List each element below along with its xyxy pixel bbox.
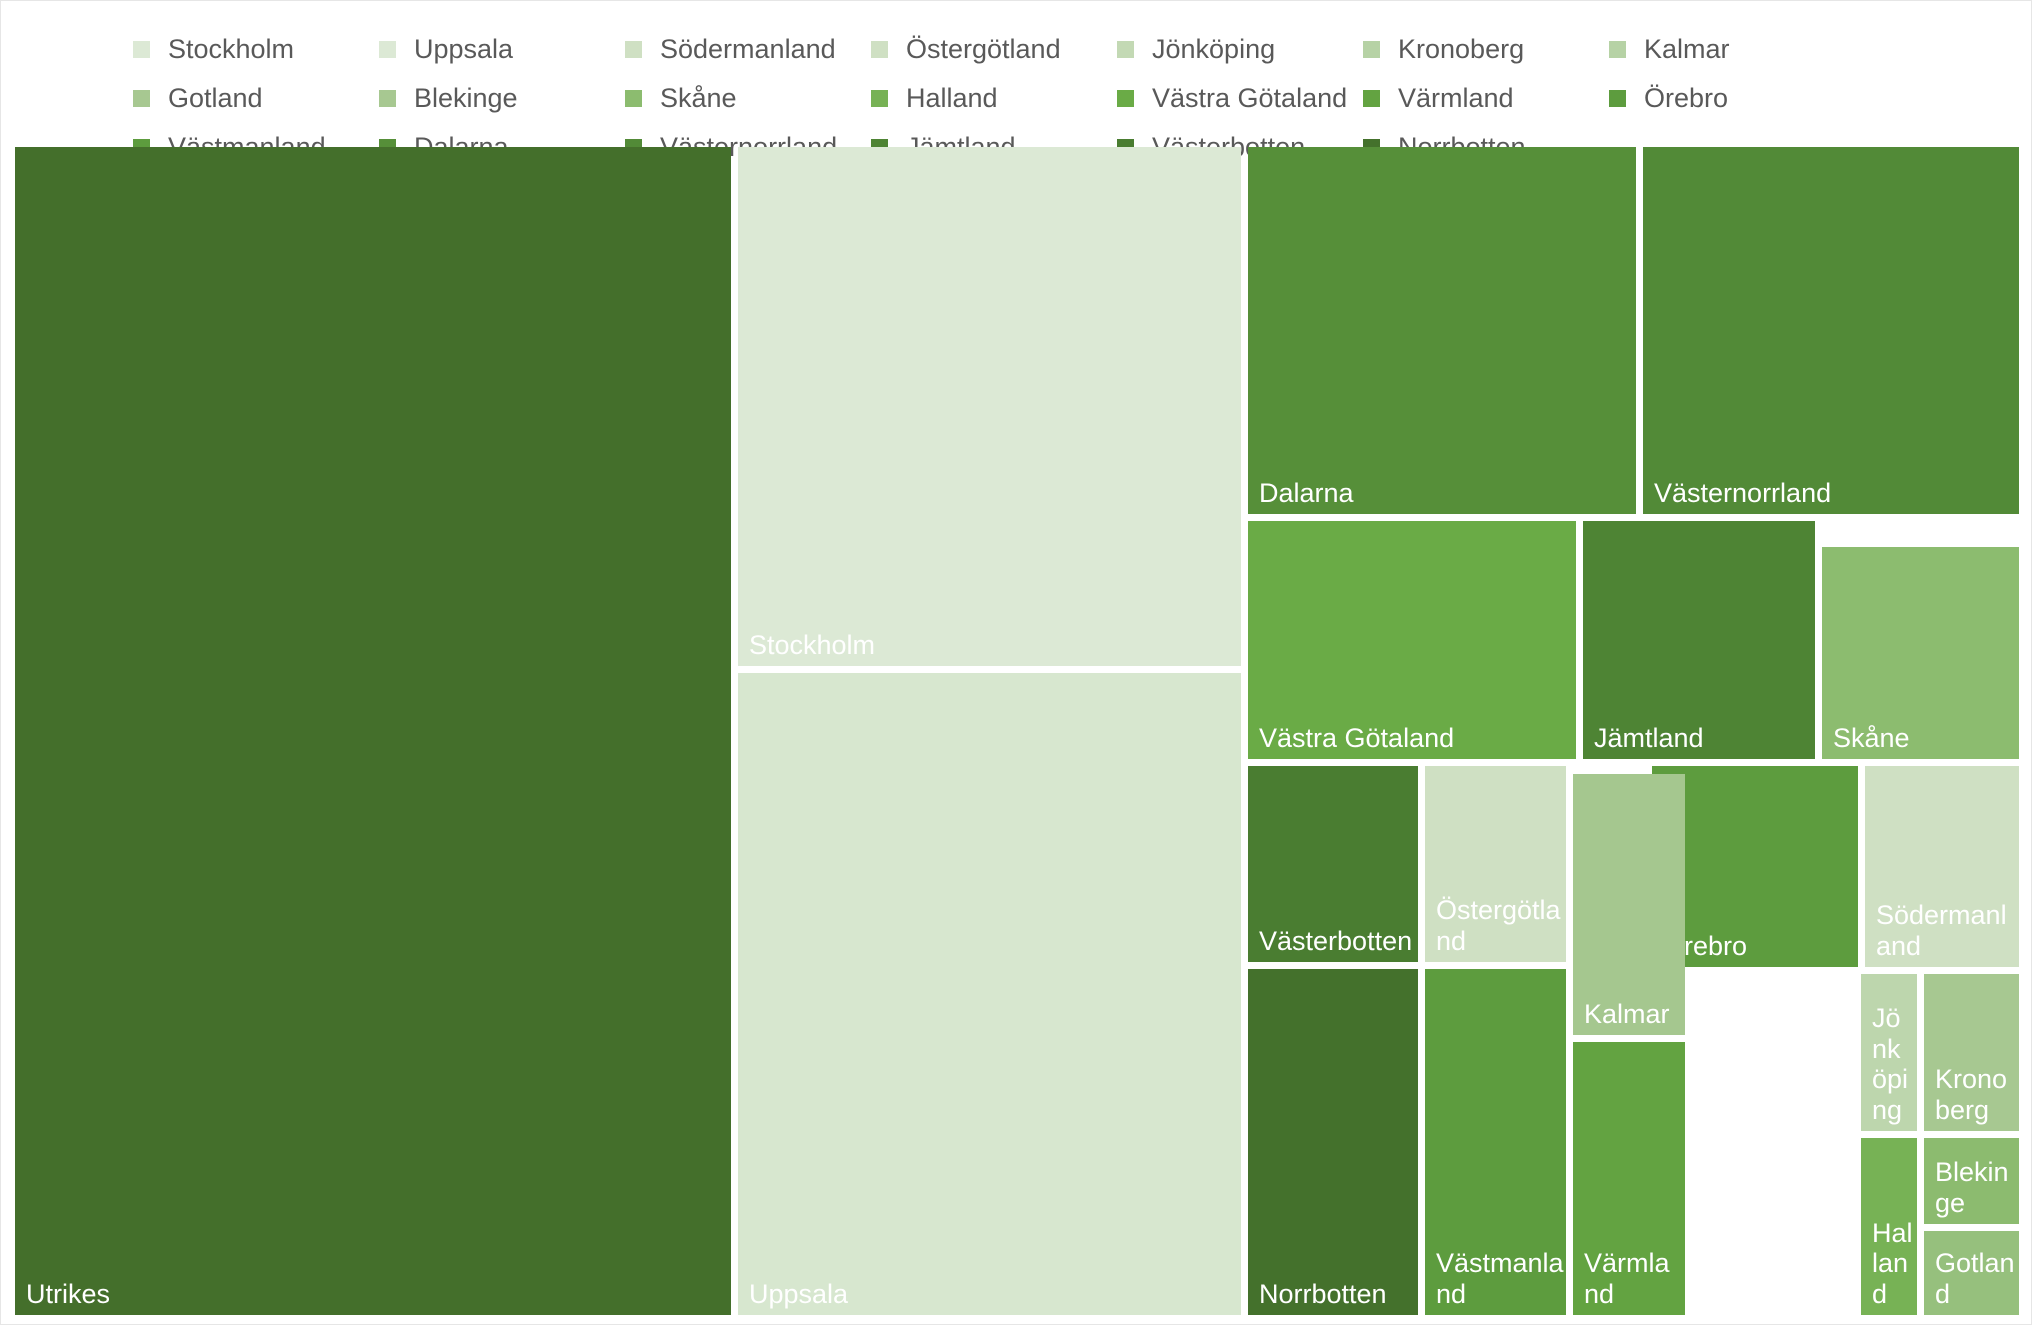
legend-swatch-icon (1117, 90, 1134, 107)
legend-swatch-icon (871, 90, 888, 107)
treemap-tile-label: Kronoberg (1935, 1064, 2008, 1126)
treemap-tile-kronoberg[interactable]: Kronoberg (1924, 974, 2019, 1131)
legend-item-kronoberg[interactable]: Kronoberg (1363, 36, 1609, 63)
treemap-tile-halland[interactable]: Halland (1861, 1138, 1917, 1315)
treemap-tile-label: Västra Götaland (1259, 723, 1455, 754)
legend-swatch-icon (133, 90, 150, 107)
treemap-tile-label: Jönköping (1872, 1002, 1909, 1126)
treemap-tile-label: Värmland (1584, 1248, 1670, 1310)
legend-swatch-icon (625, 90, 642, 107)
legend-item-label: Värmland (1398, 83, 1514, 113)
legend-swatch-icon (379, 41, 396, 58)
legend-item-label: Skåne (660, 83, 737, 113)
treemap-tile-västmanland[interactable]: Västmanland (1425, 969, 1566, 1315)
legend-item-örebro[interactable]: Örebro (1609, 85, 1855, 112)
treemap-tile-label: Örebro (1663, 931, 1748, 962)
legend-row-1: Stockholm Uppsala Södermanland Östergötland… (1, 25, 2032, 74)
legend-item-blekinge[interactable]: Blekinge (379, 85, 625, 112)
treemap-tile-västerbotten[interactable]: Västerbotten (1248, 766, 1418, 962)
legend-swatch-icon (1363, 90, 1380, 107)
legend-item-label: Gotland (168, 83, 263, 113)
treemap-tile-värmland[interactable]: Värmland (1573, 1042, 1685, 1315)
legend-item-stockholm[interactable]: Stockholm (133, 36, 379, 63)
treemap-tile-jämtland[interactable]: Jämtland (1583, 521, 1815, 759)
legend-item-kalmar[interactable]: Kalmar (1609, 36, 1855, 63)
treemap-tile-skåne[interactable]: Skåne (1822, 547, 2019, 759)
legend-row-2: Gotland Blekinge Skåne Halland Västra Götala… (1, 74, 2032, 123)
legend-item-label: Örebro (1644, 83, 1729, 113)
treemap-tile-blekinge[interactable]: Blekinge (1924, 1138, 2019, 1224)
legend-item-jönköping[interactable]: Jönköping (1117, 36, 1363, 63)
treemap-tile-label: Södermanland (1876, 900, 2007, 962)
legend-swatch-icon (1117, 41, 1134, 58)
treemap-tile-label: Dalarna (1259, 478, 1354, 509)
legend-swatch-icon (871, 41, 888, 58)
treemap-tile-label: Västernorrland (1654, 478, 1832, 509)
treemap-chart-root: Stockholm Uppsala Södermanland Östergötland… (0, 0, 2032, 1325)
legend-item-label: Halland (906, 83, 998, 113)
treemap-tile-västra-götaland[interactable]: Västra Götaland (1248, 521, 1576, 759)
legend-item-södermanland[interactable]: Södermanland (625, 36, 871, 63)
treemap-tile-dalarna[interactable]: Dalarna (1248, 147, 1636, 514)
legend-swatch-icon (379, 90, 396, 107)
treemap-tile-label: Västerbotten (1259, 926, 1413, 957)
treemap-plot-area: Utrikes Stockholm Uppsala Dalarna Västernorr… (15, 147, 2019, 1315)
legend-item-halland[interactable]: Halland (871, 85, 1117, 112)
legend-item-label: Jönköping (1152, 34, 1276, 64)
legend-item-label: Blekinge (414, 83, 518, 113)
treemap-tile-östergötland[interactable]: Östergötland (1425, 766, 1566, 962)
legend-item-östergötland[interactable]: Östergötland (871, 36, 1117, 63)
treemap-tile-label: Uppsala (749, 1279, 849, 1310)
legend-item-label: Uppsala (414, 34, 514, 64)
legend-item-värmland[interactable]: Värmland (1363, 85, 1609, 112)
treemap-tile-gotland[interactable]: Gotland (1924, 1231, 2019, 1315)
legend-swatch-icon (625, 41, 642, 58)
legend-swatch-icon (1609, 41, 1626, 58)
treemap-tile-label: Västmanland (1436, 1248, 1564, 1310)
treemap-tile-label: Norrbotten (1259, 1279, 1387, 1310)
treemap-tile-jönköping[interactable]: Jönköping (1861, 974, 1917, 1131)
legend-swatch-icon (1609, 90, 1626, 107)
treemap-tile-label: Halland (1872, 1217, 1913, 1310)
treemap-tile-kalmar[interactable]: Kalmar (1573, 774, 1685, 1035)
legend-item-label: Västra Götaland (1152, 83, 1348, 113)
treemap-tile-västernorrland[interactable]: Västernorrland (1643, 147, 2019, 514)
legend-item-västra-götaland[interactable]: Västra Götaland (1117, 85, 1363, 112)
treemap-tile-utrikes[interactable]: Utrikes (15, 147, 731, 1315)
legend-item-label: Kalmar (1644, 34, 1730, 64)
treemap-tile-label: Utrikes (26, 1279, 111, 1310)
treemap-tile-label: Östergötland (1436, 895, 1561, 957)
legend-swatch-icon (133, 41, 150, 58)
treemap-tile-södermanland[interactable]: Södermanland (1865, 766, 2019, 967)
legend-item-skåne[interactable]: Skåne (625, 85, 871, 112)
treemap-tile-label: Stockholm (749, 630, 876, 661)
treemap-tile-label: Blekinge (1935, 1157, 2009, 1219)
treemap-tile-label: Jämtland (1594, 723, 1704, 754)
legend-item-label: Stockholm (168, 34, 295, 64)
treemap-tile-norrbotten[interactable]: Norrbotten (1248, 969, 1418, 1315)
legend-item-label: Södermanland (660, 34, 836, 64)
treemap-tile-label: Skåne (1833, 723, 1910, 754)
legend-item-label: Östergötland (906, 34, 1061, 64)
legend-item-gotland[interactable]: Gotland (133, 85, 379, 112)
treemap-tile-label: Gotland (1935, 1248, 2015, 1310)
treemap-tile-uppsala[interactable]: Uppsala (738, 673, 1241, 1315)
legend-item-uppsala[interactable]: Uppsala (379, 36, 625, 63)
legend-swatch-icon (1363, 41, 1380, 58)
treemap-tile-label: Kalmar (1584, 999, 1670, 1030)
legend-item-label: Kronoberg (1398, 34, 1525, 64)
treemap-tile-stockholm[interactable]: Stockholm (738, 147, 1241, 666)
